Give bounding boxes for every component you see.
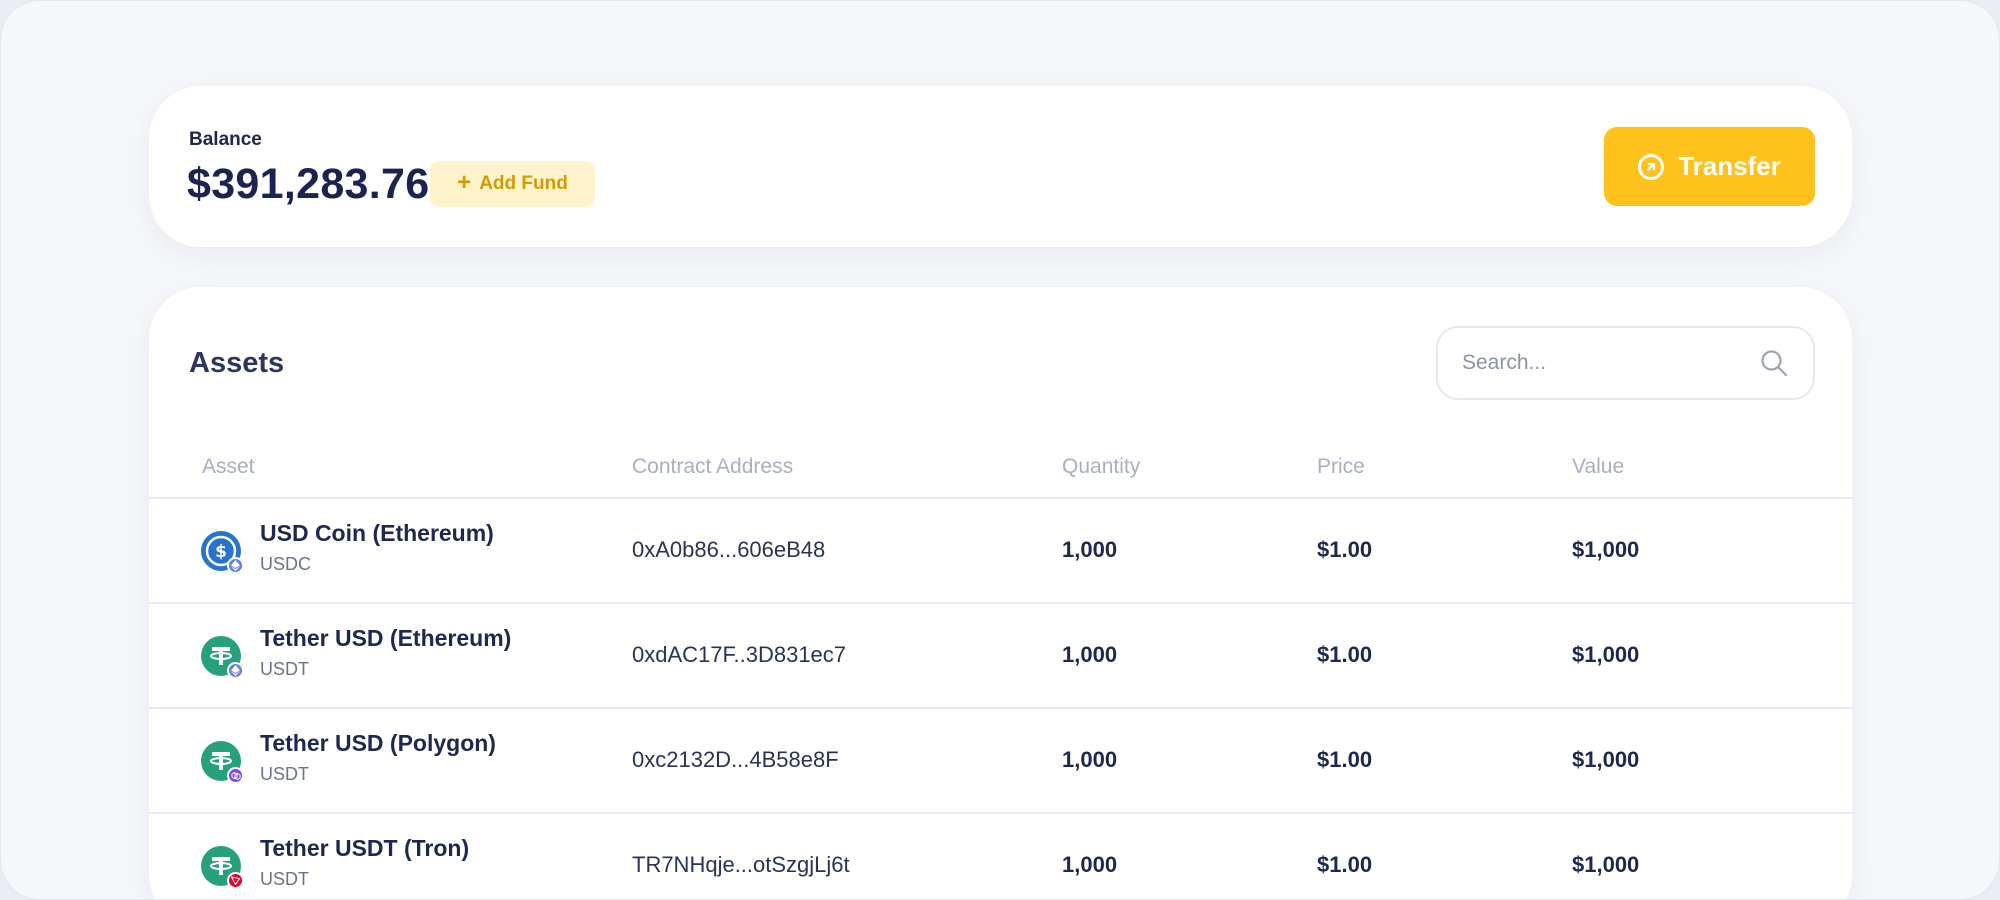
assets-title: Assets [189,347,285,379]
asset-symbol: USDT [260,869,309,889]
asset-name: Tether USD (Polygon) [260,730,496,756]
quantity: 1,000 [1062,747,1118,772]
tron-icon [227,872,244,889]
contract-address[interactable]: 0xdAC17F..3D831ec7 [632,642,846,668]
svg-text:$: $ [215,542,227,562]
value: $1,000 [1572,852,1640,877]
search-box[interactable] [1436,326,1815,400]
price: $1.00 [1317,747,1373,772]
quantity: 1,000 [1062,642,1118,667]
price: $1.00 [1317,642,1373,667]
quantity: 1,000 [1062,537,1118,562]
contract-address[interactable]: 0xA0b86...606eB48 [632,537,825,563]
ethereum-icon [227,557,244,574]
column-asset[interactable]: Asset [202,455,255,479]
price: $1.00 [1317,537,1373,562]
asset-symbol: USDT [260,764,309,784]
usdc-icon: $ [201,531,244,574]
column-quantity[interactable]: Quantity [1062,455,1140,479]
transfer-label: Transfer [1678,151,1781,181]
table-row[interactable]: $ USD Coin (Ethereum) USDC 0xA0b86...606… [149,499,1852,604]
tether-icon [201,741,244,784]
add-fund-button[interactable]: + Add Fund [430,161,595,207]
app-frame: Balance $391,283.76 + Add Fund Transfer … [0,0,2000,900]
assets-card: Assets Asset Contract Address Quantity P… [149,287,1852,899]
transfer-button[interactable]: Transfer [1604,127,1815,206]
contract-address[interactable]: 0xc2132D...4B58e8F [632,747,839,773]
balance-card: Balance $391,283.76 + Add Fund Transfer [149,86,1852,247]
asset-symbol: USDC [260,554,312,574]
column-price[interactable]: Price [1317,455,1365,479]
column-value[interactable]: Value [1572,455,1624,479]
price: $1.00 [1317,852,1373,877]
ethereum-icon [227,662,244,679]
search-icon[interactable] [1759,348,1789,378]
contract-address[interactable]: TR7NHqje...otSzgjLj6t [632,852,850,878]
balance-label: Balance [189,129,262,150]
search-input[interactable] [1462,351,1759,375]
quantity: 1,000 [1062,852,1118,877]
tether-icon [201,636,244,679]
asset-name: USD Coin (Ethereum) [260,520,494,546]
tether-icon [201,846,244,889]
add-fund-label: Add Fund [479,173,568,194]
table-row[interactable]: Tether USDT (Tron) USDT TR7NHqje...otSzg… [149,814,1852,899]
asset-name: Tether USD (Ethereum) [260,625,512,651]
balance-amount: $391,283.76 [187,160,430,208]
column-contract-address[interactable]: Contract Address [632,455,793,479]
arrow-up-right-circle-icon [1638,153,1665,180]
table-row[interactable]: Tether USD (Polygon) USDT 0xc2132D...4B5… [149,709,1852,814]
table-header: Asset Contract Address Quantity Price Va… [149,445,1852,499]
value: $1,000 [1572,747,1640,772]
asset-name: Tether USDT (Tron) [260,835,470,861]
value: $1,000 [1572,642,1640,667]
table-row[interactable]: Tether USD (Ethereum) USDT 0xdAC17F..3D8… [149,604,1852,709]
polygon-icon [227,767,244,784]
plus-icon: + [457,169,472,196]
value: $1,000 [1572,537,1640,562]
asset-symbol: USDT [260,659,309,679]
